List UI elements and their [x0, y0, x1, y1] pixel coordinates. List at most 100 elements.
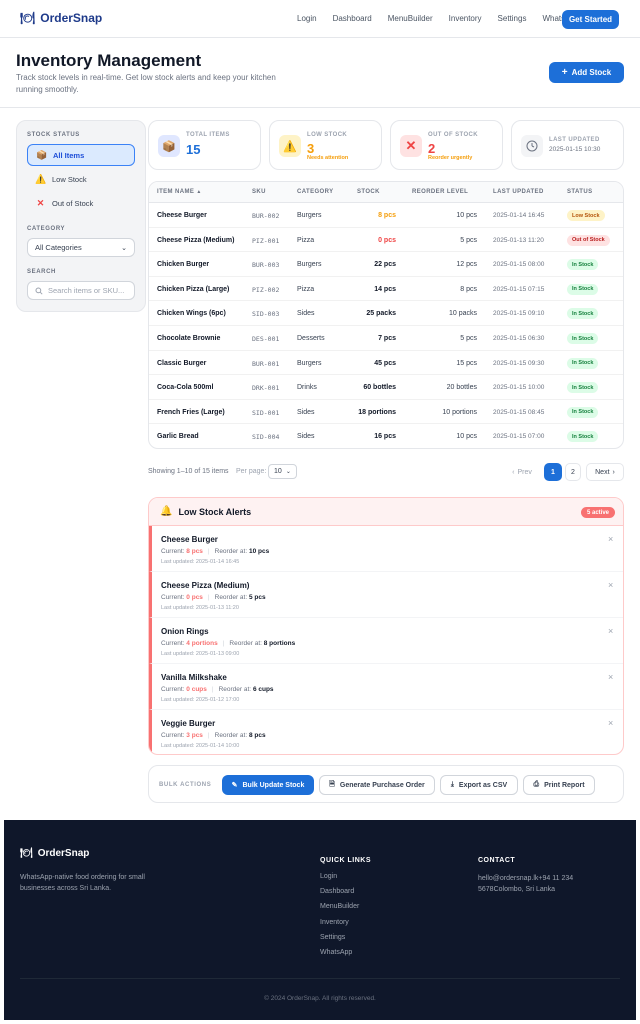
bell-icon: 🔔: [160, 506, 173, 517]
current-value: 3 pcs: [186, 732, 203, 739]
col-reorder-level[interactable]: REORDER LEVEL: [412, 189, 468, 195]
pagination-info: Showing 1–10 of 15 items: [148, 468, 229, 475]
footer-divider: [20, 978, 620, 979]
close-icon[interactable]: ×: [608, 626, 613, 636]
close-icon[interactable]: ×: [608, 580, 613, 590]
pencil-icon: ✎: [231, 782, 238, 789]
table-row[interactable]: Chicken Pizza (Large) PIZ-002 Pizza 14 pcs 8…: [149, 277, 623, 302]
add-stock-button[interactable]: + Add Stock: [549, 62, 624, 83]
reorder-label: Reorder at:: [214, 548, 248, 555]
clock-icon: [521, 135, 543, 157]
footer-link-inventory[interactable]: Inventory: [320, 919, 349, 926]
filter-out-of-stock[interactable]: ✕ Out of Stock: [27, 192, 135, 214]
next-label: Next: [595, 468, 610, 476]
status-badge: In Stock: [567, 431, 599, 443]
box-icon: 📦: [36, 149, 48, 160]
table-row[interactable]: French Fries (Large) SID-001 Sides 18 porti…: [149, 400, 623, 425]
item-sku: DRK-001: [252, 384, 280, 393]
table-row[interactable]: Cheese Pizza (Medium) PIZ-001 Pizza 0 pcs 5 …: [149, 228, 623, 253]
table-row[interactable]: Chicken Burger BUR-003 Burgers 22 pcs 12 pcs…: [149, 252, 623, 277]
item-sku: SID-001: [252, 408, 280, 417]
close-icon[interactable]: ×: [608, 718, 613, 728]
updated-value: 2025-01-13 11:20: [195, 605, 239, 611]
current-label: Current:: [161, 732, 185, 739]
export-csv-button[interactable]: ⤓ Export as CSV: [440, 775, 518, 795]
footer-brand: 🍽 OrderSnap: [20, 848, 89, 859]
col-last-updated[interactable]: LAST UPDATED: [493, 189, 544, 195]
table-row[interactable]: Chocolate Brownie DES-001 Desserts 7 pcs 5 p…: [149, 326, 623, 351]
reorder-label: Reorder at:: [214, 594, 248, 601]
item-category: Sides: [297, 310, 315, 318]
contact-line-1[interactable]: hello@ordersnap.lk+94 11 234: [478, 873, 573, 884]
nav-link-login[interactable]: Login: [297, 14, 317, 23]
bulk-update-button[interactable]: ✎ Bulk Update Stock: [222, 775, 314, 795]
page-1-button[interactable]: 1: [544, 463, 562, 481]
table-row[interactable]: Cheese Burger BUR-002 Burgers 8 pcs 10 pcs 20…: [149, 203, 623, 228]
brand-logo[interactable]: 🍽 OrderSnap: [20, 11, 102, 25]
updated-label: Last updated:: [161, 743, 195, 749]
footer-link-dashboard[interactable]: Dashboard: [320, 888, 354, 895]
nav-link-menubuilder[interactable]: MenuBuilder: [388, 14, 433, 23]
header-divider: [0, 107, 640, 108]
item-last-updated: 2025-01-15 08:45: [493, 408, 545, 416]
col-status[interactable]: STATUS: [567, 189, 593, 195]
table-row[interactable]: Chicken Wings (6pc) SID-003 Sides 25 packs 1…: [149, 301, 623, 326]
alert-item-levels: Current: 0 pcs | Reorder at: 5 pcs: [161, 594, 266, 601]
col-sku[interactable]: SKU: [252, 189, 266, 195]
reorder-value: 5 pcs: [248, 594, 266, 601]
footer-link-login[interactable]: Login: [320, 873, 337, 880]
current-label: Current:: [161, 640, 185, 647]
per-page-label: Per page:: [236, 468, 267, 475]
filter-low-stock[interactable]: ⚠️ Low Stock: [27, 168, 135, 190]
filter-all-items[interactable]: 📦 All Items: [27, 144, 135, 166]
page-2-button[interactable]: 2: [565, 463, 581, 481]
item-sku: SID-004: [252, 433, 280, 442]
current-value: 8 pcs: [186, 548, 203, 555]
print-report-button[interactable]: ⎙ Print Report: [523, 775, 595, 795]
nav-link-settings[interactable]: Settings: [498, 14, 527, 23]
stat-low-note: Needs attention: [307, 155, 349, 161]
stat-out-value: 2: [428, 141, 436, 156]
alert-item: Veggie Burger Current: 3 pcs | Reorder at: …: [149, 710, 623, 754]
table-row[interactable]: Garlic Bread SID-004 Sides 16 pcs 10 pcs 2025…: [149, 424, 623, 448]
alert-item: Cheese Burger Current: 8 pcs | Reorder at: …: [149, 526, 623, 572]
updated-label: Last updated:: [161, 697, 195, 703]
item-name: Cheese Burger: [157, 212, 207, 219]
close-icon[interactable]: ×: [608, 672, 613, 682]
warning-icon: ⚠️: [279, 135, 301, 157]
item-reorder-level: 20 bottles: [446, 384, 477, 392]
search-input[interactable]: Search items or SKU...: [27, 281, 135, 300]
item-reorder-level: 10 packs: [448, 310, 477, 318]
get-started-button[interactable]: Get Started: [562, 10, 619, 29]
footer-link-whatsapp[interactable]: WhatsApp: [320, 949, 352, 956]
footer-link-menubuilder[interactable]: MenuBuilder: [320, 903, 359, 910]
item-stock: 18 portions: [358, 408, 396, 416]
footer-link-settings[interactable]: Settings: [320, 934, 345, 941]
purchase-order-button[interactable]: 🗎 Generate Purchase Order: [319, 775, 435, 795]
col-item-name[interactable]: ITEM NAME ▲: [157, 189, 202, 195]
bulk-update-label: Bulk Update Stock: [242, 781, 305, 789]
table-row[interactable]: Classic Burger BUR-001 Burgers 45 pcs 15 pcs…: [149, 351, 623, 376]
reorder-value: 8 portions: [263, 640, 296, 647]
item-stock: 60 bottles: [363, 384, 396, 392]
status-badge: In Stock: [567, 357, 599, 369]
stat-updated-value: 2025-01-15 10:30: [549, 146, 601, 153]
stat-out-note: Reorder urgently: [428, 155, 473, 161]
table-row[interactable]: Coca-Cola 500ml DRK-001 Drinks 60 bottles 20…: [149, 375, 623, 400]
plus-icon: +: [561, 67, 568, 78]
col-stock[interactable]: STOCK: [357, 189, 380, 195]
col-category[interactable]: CATEGORY: [297, 189, 334, 195]
item-category: Pizza: [297, 285, 315, 293]
filter-sidebar: STOCK STATUS 📦 All Items ⚠️ Low Stock ✕ …: [16, 120, 146, 312]
per-page-select[interactable]: 10 ⌄: [268, 464, 297, 479]
item-sku: PIZ-001: [252, 236, 280, 245]
bulk-actions-label: BULK ACTIONS: [159, 782, 212, 788]
alert-item: Onion Rings Current: 4 portions | Reorder a…: [149, 618, 623, 664]
item-reorder-level: 15 pcs: [456, 359, 477, 367]
close-icon[interactable]: ×: [608, 534, 613, 544]
nav-link-dashboard[interactable]: Dashboard: [333, 14, 372, 23]
next-page-button[interactable]: Next ›: [586, 463, 624, 481]
category-select[interactable]: All Categories ⌄: [27, 238, 135, 257]
nav-link-inventory[interactable]: Inventory: [449, 14, 482, 23]
prev-page-button[interactable]: ‹ Prev: [505, 463, 539, 481]
